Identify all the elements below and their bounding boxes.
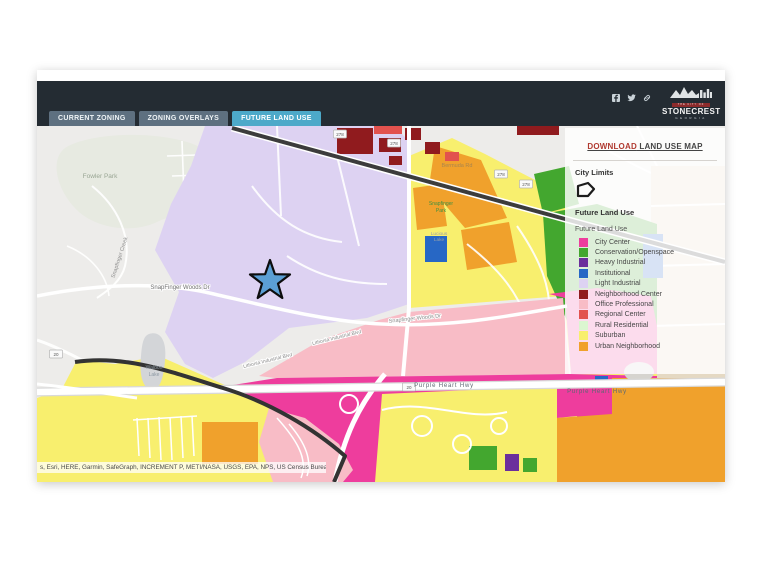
lake-label-line2: Lake: [434, 237, 445, 243]
swatch-office-professional: [579, 300, 588, 309]
city-limits-label: City Limits: [575, 168, 725, 177]
legend-item: Regional Center: [579, 310, 725, 320]
download-land-use-map-link[interactable]: DOWNLOAD LAND USE MAP: [565, 142, 725, 151]
legend-item: City Center: [579, 237, 725, 247]
purple-heart-hwy-label-1: Purple Heart Hwy: [414, 383, 474, 389]
download-link-highlight: DOWNLOAD: [587, 142, 637, 151]
city-limits-symbol: [575, 181, 725, 200]
legend-item: Light Industrial: [579, 279, 725, 289]
waldon-lake-label-line2: Lake: [149, 372, 160, 378]
waldon-lake-label-line1: Waldon: [146, 365, 163, 371]
region-green-4: [523, 458, 537, 472]
region-urban-sw: [202, 422, 258, 464]
future-land-use-layer-title: Future Land Use: [575, 226, 725, 233]
logo-subtitle: GEORGIA: [662, 116, 720, 120]
svg-text:20: 20: [53, 352, 59, 357]
park-label-line1: Snapfinger: [429, 201, 454, 207]
lake-label-line1: Lucious: [431, 231, 448, 237]
fowler-park-label: Fowler Park: [83, 173, 118, 180]
download-link-rest: LAND USE MAP: [637, 142, 703, 151]
snapfinger-woods-dr-label: SnapFinger Woods Dr: [150, 285, 209, 291]
region-green-3: [469, 446, 497, 470]
swatch-rural-residential: [579, 321, 588, 330]
swatch-neighborhood-center: [579, 290, 588, 299]
svg-text:278: 278: [390, 141, 398, 146]
map-container: 278 278 278 278 20 20 Fowler Park Snapfi…: [37, 126, 725, 482]
region-heavy-industrial: [505, 454, 519, 471]
svg-text:278: 278: [497, 172, 505, 177]
legend-item: Office Professional: [579, 299, 725, 309]
logo-name: STONECREST: [662, 107, 720, 116]
swatch-heavy-industrial: [579, 258, 588, 267]
svg-text:278: 278: [336, 132, 344, 137]
page-top-strip: [37, 70, 725, 81]
swatch-regional-center: [579, 310, 588, 319]
legend-item: Heavy Industrial: [579, 258, 725, 268]
mountain-skyline-icon: [670, 86, 712, 98]
legend-item: Neighborhood Center: [579, 289, 725, 299]
app-header: CURRENT ZONING ZONING OVERLAYS FUTURE LA…: [37, 81, 725, 126]
legend-item: Suburban: [579, 331, 725, 341]
facebook-icon[interactable]: [612, 94, 620, 102]
tab-bar: CURRENT ZONING ZONING OVERLAYS FUTURE LA…: [49, 111, 321, 126]
social-links: [612, 94, 651, 102]
region-urban-2: [413, 184, 447, 230]
legend-panel: DOWNLOAD LAND USE MAP City Limits Future…: [565, 128, 725, 374]
park-label-line2: Park: [436, 208, 447, 214]
legend-item: Urban Neighborhood: [579, 341, 725, 351]
legend-item: Rural Residential: [579, 320, 725, 330]
swatch-city-center: [579, 238, 588, 247]
tab-zoning-overlays[interactable]: ZONING OVERLAYS: [139, 111, 229, 126]
legend-item: Institutional: [579, 268, 725, 278]
bermuda-rd-label: Bermuda Rd: [442, 163, 473, 169]
svg-text:20: 20: [406, 385, 412, 390]
swatch-light-industrial: [579, 279, 588, 288]
tab-current-zoning[interactable]: CURRENT ZONING: [49, 111, 135, 126]
svg-text:278: 278: [522, 182, 530, 187]
swatch-urban-neighborhood: [579, 342, 588, 351]
purple-heart-hwy-label-2: Purple Heart Hwy: [567, 389, 627, 395]
map-attribution: s, Esri, HERE, Garmin, SafeGraph, INCREM…: [37, 462, 326, 473]
legend-item: Conservation/Openspace: [579, 247, 725, 257]
swatch-suburban: [579, 331, 588, 340]
swatch-conservation: [579, 248, 588, 257]
stonecrest-logo[interactable]: THE CITY OF STONECREST GEORGIA: [662, 85, 720, 122]
link-icon[interactable]: [643, 94, 651, 102]
legend-divider: [573, 160, 717, 161]
tab-future-land-use[interactable]: FUTURE LAND USE: [232, 111, 321, 126]
app-window: CURRENT ZONING ZONING OVERLAYS FUTURE LA…: [37, 70, 725, 482]
twitter-icon[interactable]: [627, 94, 636, 102]
future-land-use-title: Future Land Use: [575, 208, 725, 217]
swatch-institutional: [579, 269, 588, 278]
polygon-outline-icon: [575, 181, 597, 198]
